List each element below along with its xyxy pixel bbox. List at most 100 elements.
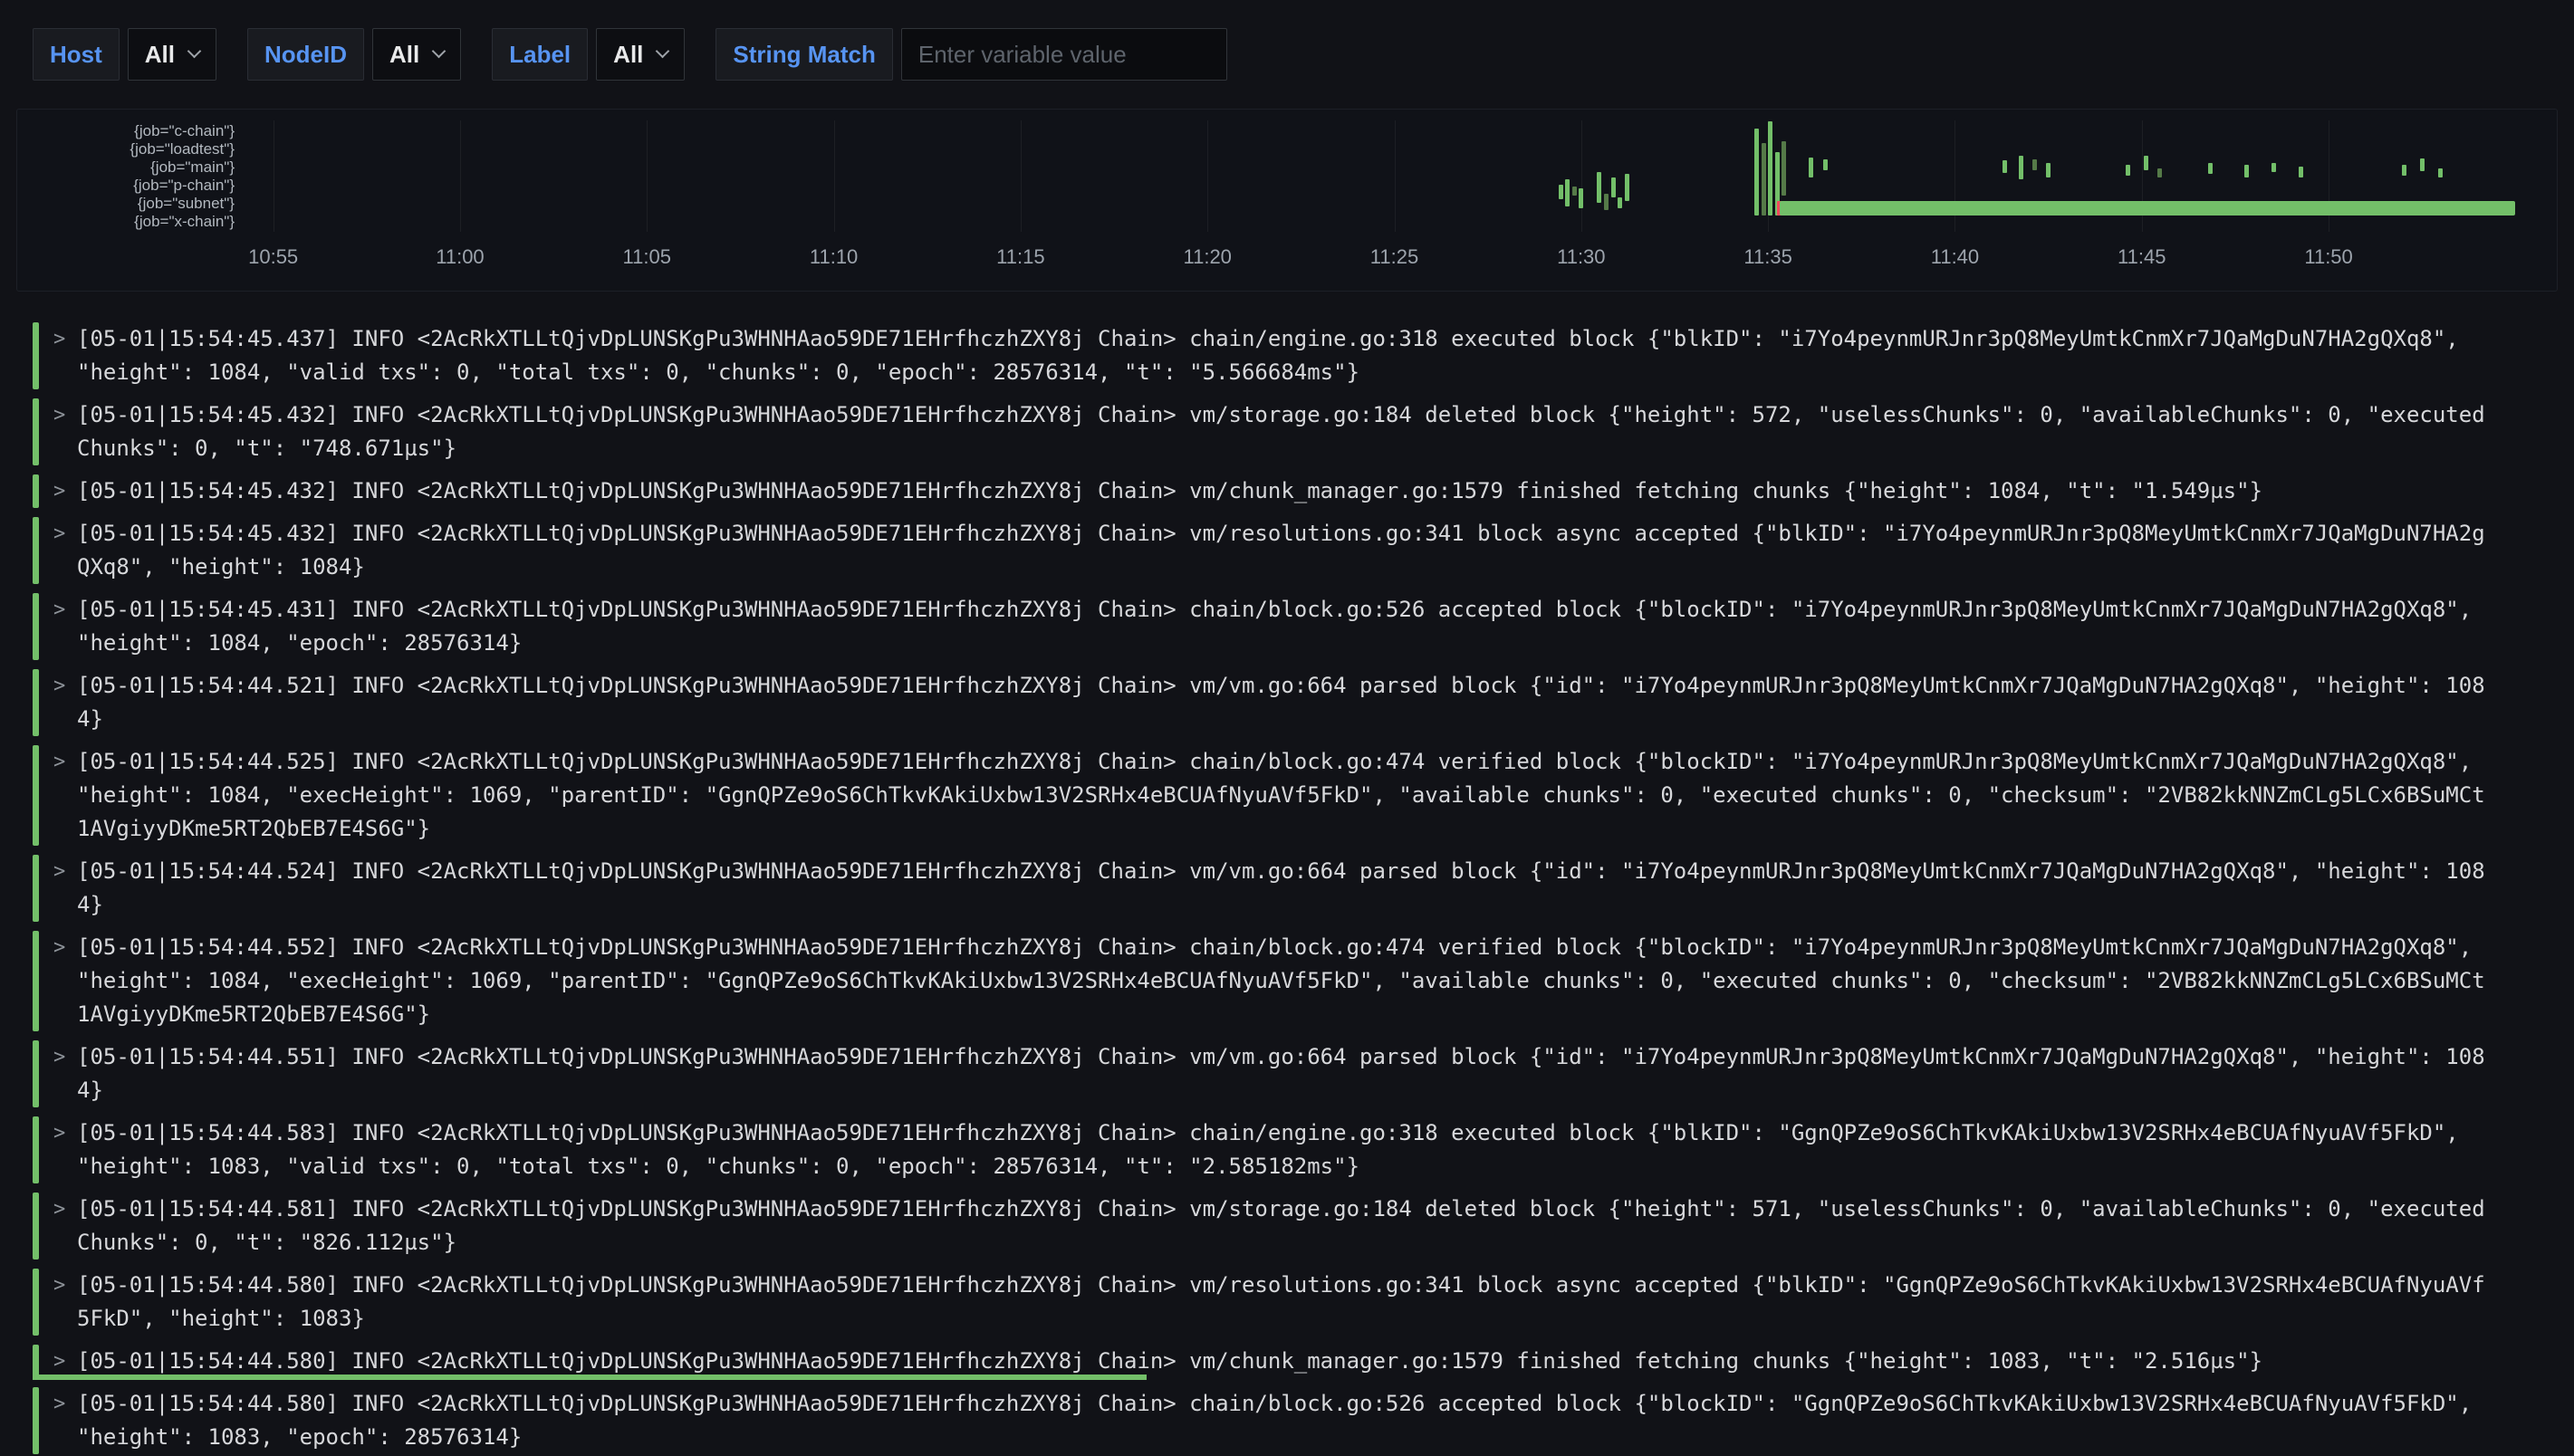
expand-chevron-icon[interactable]: > — [53, 1040, 77, 1107]
expand-chevron-icon[interactable]: > — [53, 1269, 77, 1336]
log-row[interactable]: >[05-01|15:54:45.432] INFO <2AcRkXTLLtQj… — [33, 515, 2541, 586]
log-row[interactable]: >[05-01|15:54:44.580] INFO <2AcRkXTLLtQj… — [33, 1385, 2541, 1456]
volume-mark — [2157, 168, 2162, 177]
log-level-bar — [33, 1269, 39, 1336]
volume-mark — [2438, 168, 2443, 177]
log-list: >[05-01|15:54:45.437] INFO <2AcRkXTLLtQj… — [33, 321, 2541, 1456]
log-level-bar — [33, 931, 39, 1031]
log-row[interactable]: >[05-01|15:54:45.431] INFO <2AcRkXTLLtQj… — [33, 591, 2541, 662]
volume-mark — [1604, 194, 1609, 210]
nodeid-filter-label: NodeID — [247, 28, 364, 81]
time-tick-label: 11:10 — [810, 245, 858, 269]
log-level-bar — [33, 398, 39, 465]
legend-item[interactable]: {job="subnet"} — [24, 195, 235, 213]
volume-mark — [1754, 129, 1759, 216]
legend-item[interactable]: {job="x-chain"} — [24, 213, 235, 231]
log-level-bar — [33, 1193, 39, 1260]
volume-mark — [2003, 160, 2007, 173]
time-tick-label: 11:30 — [1557, 245, 1605, 269]
volume-mark — [2019, 156, 2023, 179]
expand-chevron-icon[interactable]: > — [53, 398, 77, 465]
volume-mark — [1809, 158, 1813, 177]
log-text: [05-01|15:54:44.525] INFO <2AcRkXTLLtQjv… — [77, 745, 2486, 846]
chevron-down-icon — [187, 43, 202, 58]
time-tick-label: 11:00 — [436, 245, 484, 269]
expand-chevron-icon[interactable]: > — [53, 474, 77, 508]
host-filter-value: All — [145, 41, 175, 69]
string-match-input[interactable] — [901, 28, 1227, 81]
time-tick-label: 11:15 — [996, 245, 1044, 269]
volume-band — [1780, 201, 2516, 216]
logs-volume-panel: {job="c-chain"}{job="loadtest"}{job="mai… — [16, 109, 2558, 292]
log-text: [05-01|15:54:44.581] INFO <2AcRkXTLLtQjv… — [77, 1193, 2486, 1260]
nodeid-filter: NodeID All — [247, 28, 461, 81]
legend-item[interactable]: {job="loadtest"} — [24, 140, 235, 158]
time-axis: 10:5511:0011:0511:1011:1511:2011:2511:30… — [253, 245, 2531, 273]
volume-mark — [2299, 167, 2303, 177]
gridline — [1207, 120, 1208, 232]
label-filter-value: All — [613, 41, 643, 69]
expand-chevron-icon[interactable]: > — [53, 1116, 77, 1183]
volume-mark — [2208, 163, 2213, 174]
legend-item[interactable]: {job="main"} — [24, 158, 235, 177]
label-filter-select[interactable]: All — [596, 28, 685, 81]
log-row[interactable]: >[05-01|15:54:44.524] INFO <2AcRkXTLLtQj… — [33, 853, 2541, 924]
log-row[interactable]: >[05-01|15:54:44.525] INFO <2AcRkXTLLtQj… — [33, 743, 2541, 848]
time-tick-label: 11:25 — [1370, 245, 1418, 269]
log-row[interactable]: >[05-01|15:54:44.580] INFO <2AcRkXTLLtQj… — [33, 1267, 2541, 1337]
log-row[interactable]: >[05-01|15:54:44.551] INFO <2AcRkXTLLtQj… — [33, 1039, 2541, 1109]
legend: {job="c-chain"}{job="loadtest"}{job="mai… — [24, 122, 235, 231]
expand-chevron-icon[interactable]: > — [53, 855, 77, 922]
log-row[interactable]: >[05-01|15:54:45.432] INFO <2AcRkXTLLtQj… — [33, 397, 2541, 467]
log-level-bar — [33, 669, 39, 736]
log-text: [05-01|15:54:44.552] INFO <2AcRkXTLLtQjv… — [77, 931, 2486, 1031]
nodeid-filter-select[interactable]: All — [372, 28, 461, 81]
volume-mark — [1597, 172, 1601, 203]
expand-chevron-icon[interactable]: > — [53, 745, 77, 846]
log-text: [05-01|15:54:45.432] INFO <2AcRkXTLLtQjv… — [77, 398, 2486, 465]
log-level-bar — [33, 593, 39, 660]
log-level-bar — [33, 745, 39, 846]
volume-mark — [1625, 174, 1629, 201]
volume-mark — [2046, 163, 2051, 177]
volume-mark — [1579, 188, 1583, 208]
volume-mark — [1618, 197, 1622, 208]
time-tick-label: 11:20 — [1183, 245, 1231, 269]
label-filter: Label All — [492, 28, 685, 81]
volume-mark — [1611, 177, 1616, 197]
time-tick-label: 11:40 — [1931, 245, 1979, 269]
partial-log-row — [33, 1375, 1147, 1380]
log-text: [05-01|15:54:45.432] INFO <2AcRkXTLLtQjv… — [77, 474, 2486, 508]
expand-chevron-icon[interactable]: > — [53, 1345, 77, 1378]
log-row[interactable]: >[05-01|15:54:44.521] INFO <2AcRkXTLLtQj… — [33, 667, 2541, 738]
host-filter-label: Host — [33, 28, 120, 81]
volume-plot[interactable] — [253, 120, 2531, 223]
gridline — [834, 120, 835, 232]
legend-item[interactable]: {job="c-chain"} — [24, 122, 235, 140]
log-level-bar — [33, 474, 39, 508]
expand-chevron-icon[interactable]: > — [53, 1193, 77, 1260]
chevron-down-icon — [656, 43, 670, 58]
volume-mark — [1559, 185, 1563, 199]
legend-item[interactable]: {job="p-chain"} — [24, 177, 235, 195]
volume-mark — [1823, 159, 1828, 170]
log-row[interactable]: >[05-01|15:54:45.437] INFO <2AcRkXTLLtQj… — [33, 321, 2541, 391]
volume-mark — [1762, 143, 1766, 216]
expand-chevron-icon[interactable]: > — [53, 1387, 77, 1454]
label-filter-label: Label — [492, 28, 588, 81]
host-filter-select[interactable]: All — [128, 28, 216, 81]
log-text: [05-01|15:54:44.524] INFO <2AcRkXTLLtQjv… — [77, 855, 2486, 922]
log-row[interactable]: >[05-01|15:54:45.432] INFO <2AcRkXTLLtQj… — [33, 473, 2541, 510]
expand-chevron-icon[interactable]: > — [53, 593, 77, 660]
expand-chevron-icon[interactable]: > — [53, 517, 77, 584]
log-row[interactable]: >[05-01|15:54:44.552] INFO <2AcRkXTLLtQj… — [33, 929, 2541, 1033]
expand-chevron-icon[interactable]: > — [53, 322, 77, 389]
expand-chevron-icon[interactable]: > — [53, 669, 77, 736]
host-filter: Host All — [33, 28, 216, 81]
log-text: [05-01|15:54:44.551] INFO <2AcRkXTLLtQjv… — [77, 1040, 2486, 1107]
expand-chevron-icon[interactable]: > — [53, 931, 77, 1031]
time-tick-label: 11:05 — [623, 245, 671, 269]
log-row[interactable]: >[05-01|15:54:44.581] INFO <2AcRkXTLLtQj… — [33, 1191, 2541, 1261]
log-text: [05-01|15:54:45.437] INFO <2AcRkXTLLtQjv… — [77, 322, 2486, 389]
log-row[interactable]: >[05-01|15:54:44.583] INFO <2AcRkXTLLtQj… — [33, 1115, 2541, 1185]
